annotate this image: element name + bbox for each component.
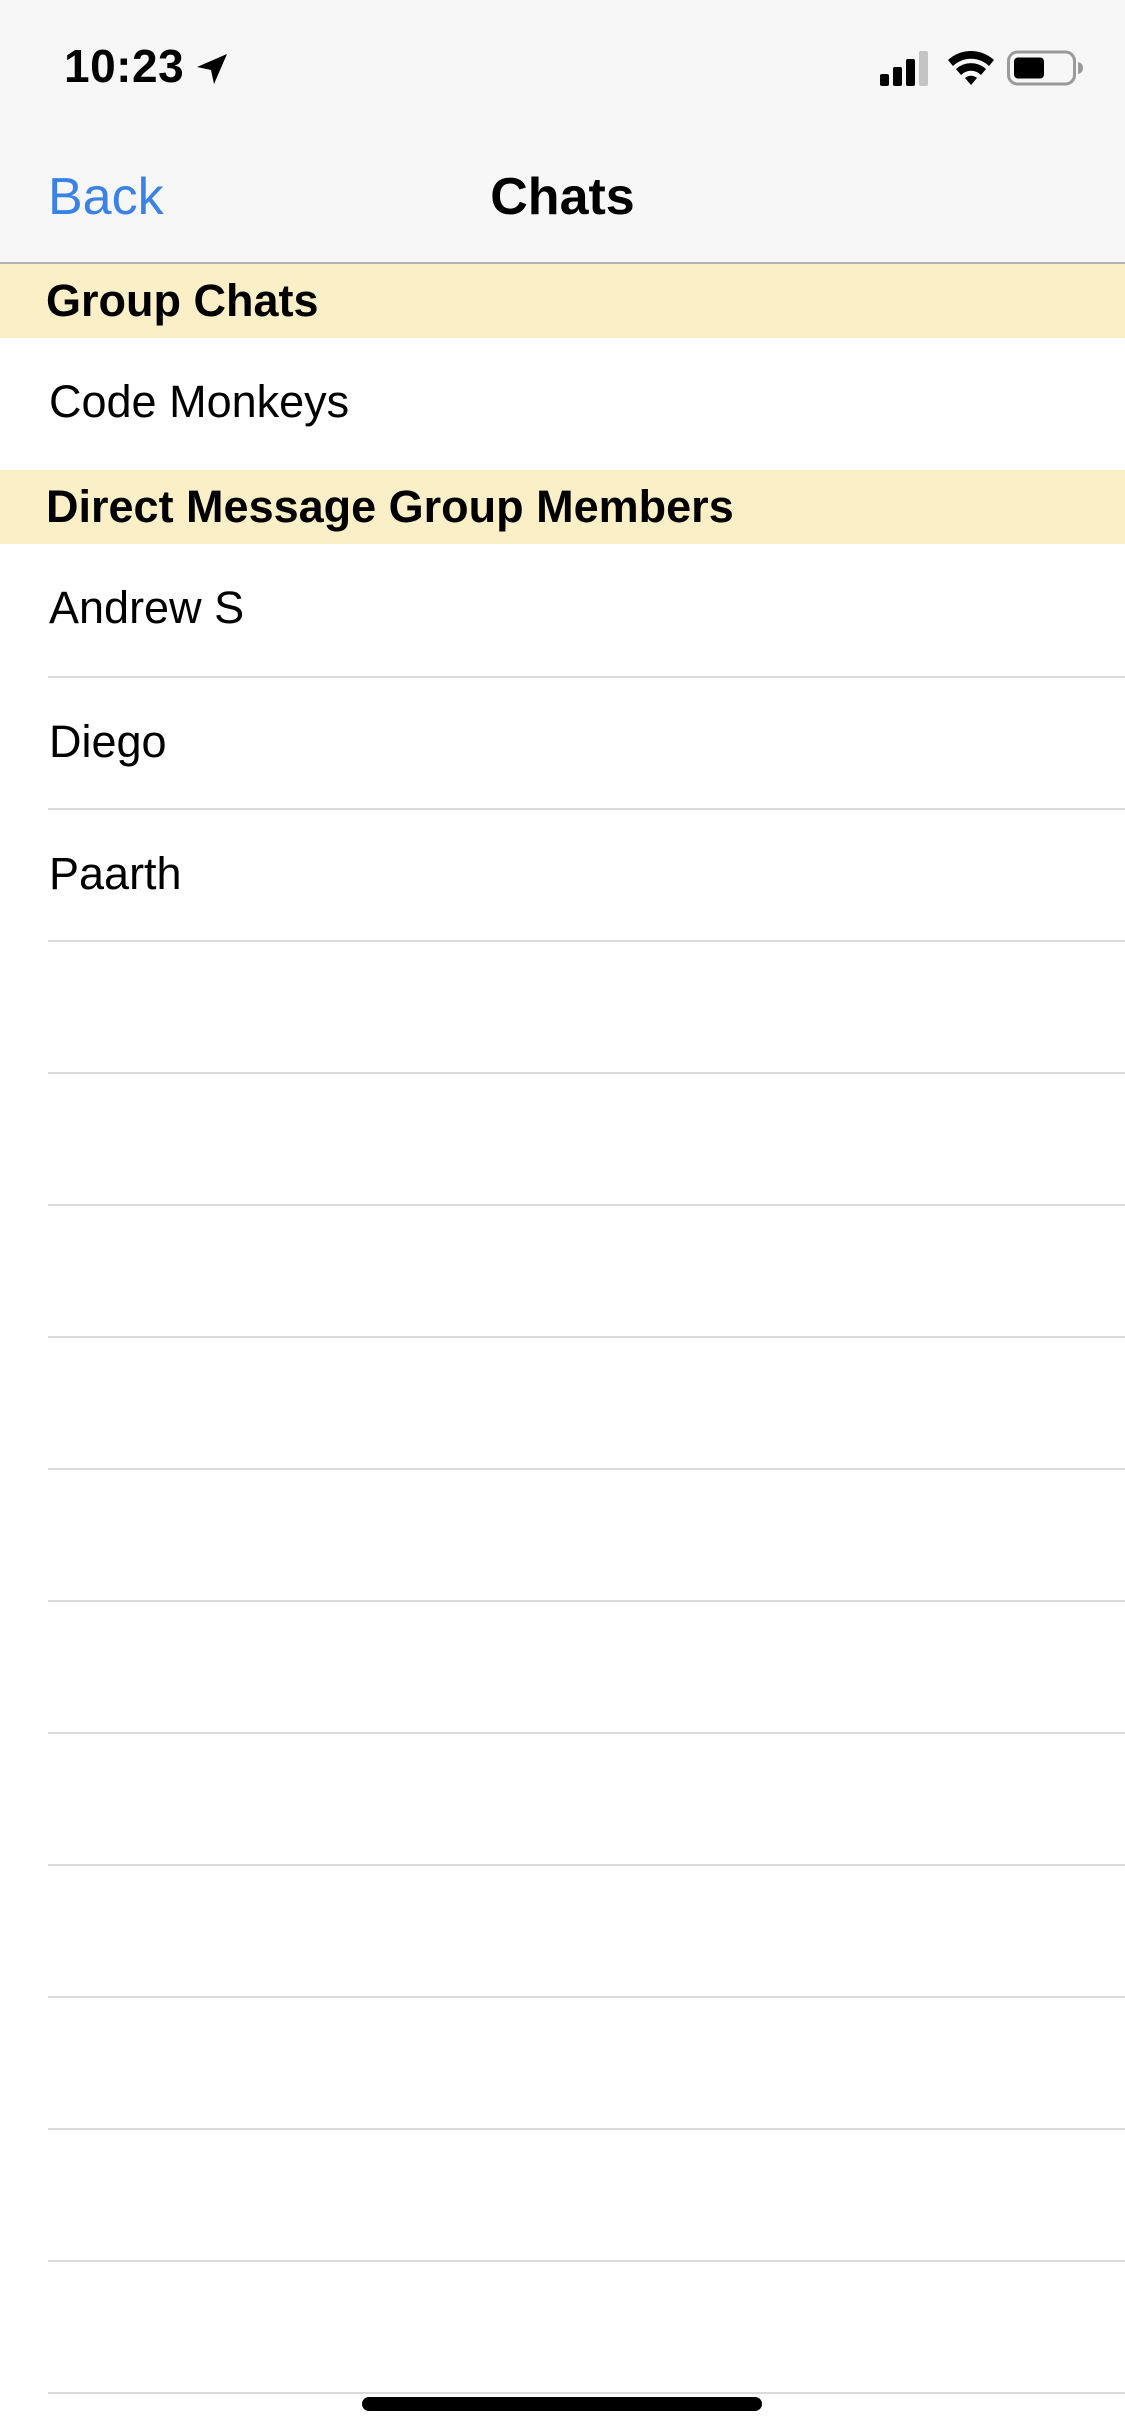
member-row-label: Paarth [49,848,182,899]
cellular-signal-icon [880,51,928,86]
status-time: 10:23 [64,40,185,92]
empty-row-separator [48,1996,1125,1998]
chats-screen: 10:23 Back Chats Group Chats Code Monkey… [0,0,1125,2436]
home-indicator[interactable] [362,2397,762,2411]
empty-row-separator [48,1204,1125,1206]
chat-row-code-monkeys[interactable]: Code Monkeys [0,338,1125,470]
empty-row-separator [48,2260,1125,2262]
section-header-label: Group Chats [46,275,319,326]
member-row-andrew-s[interactable]: Andrew S [0,544,1125,676]
member-row-label: Diego [49,716,167,767]
navigation-bar: Back Chats [0,132,1125,264]
empty-row-separator [48,2392,1125,2394]
wifi-icon [948,51,994,85]
empty-row-separator [48,1732,1125,1734]
location-arrow-icon [197,54,227,84]
empty-row-separator [48,1072,1125,1074]
empty-row-separator [48,1468,1125,1470]
section-header-direct-message: Direct Message Group Members [0,470,1125,544]
section-header-label: Direct Message Group Members [46,481,734,532]
member-row-label: Andrew S [49,582,245,633]
page-title: Chats [490,168,635,226]
member-row-paarth[interactable]: Paarth [0,810,1125,942]
empty-row-separator [48,1336,1125,1338]
member-row-diego[interactable]: Diego [0,678,1125,810]
empty-row-separator [48,1864,1125,1866]
chat-row-label: Code Monkeys [49,376,350,427]
section-header-group-chats: Group Chats [0,264,1125,338]
empty-row-separator [48,1600,1125,1602]
battery-icon [1007,50,1083,86]
status-bar: 10:23 [0,0,1125,132]
row-separator [48,940,1125,942]
empty-row-separator [48,2128,1125,2130]
